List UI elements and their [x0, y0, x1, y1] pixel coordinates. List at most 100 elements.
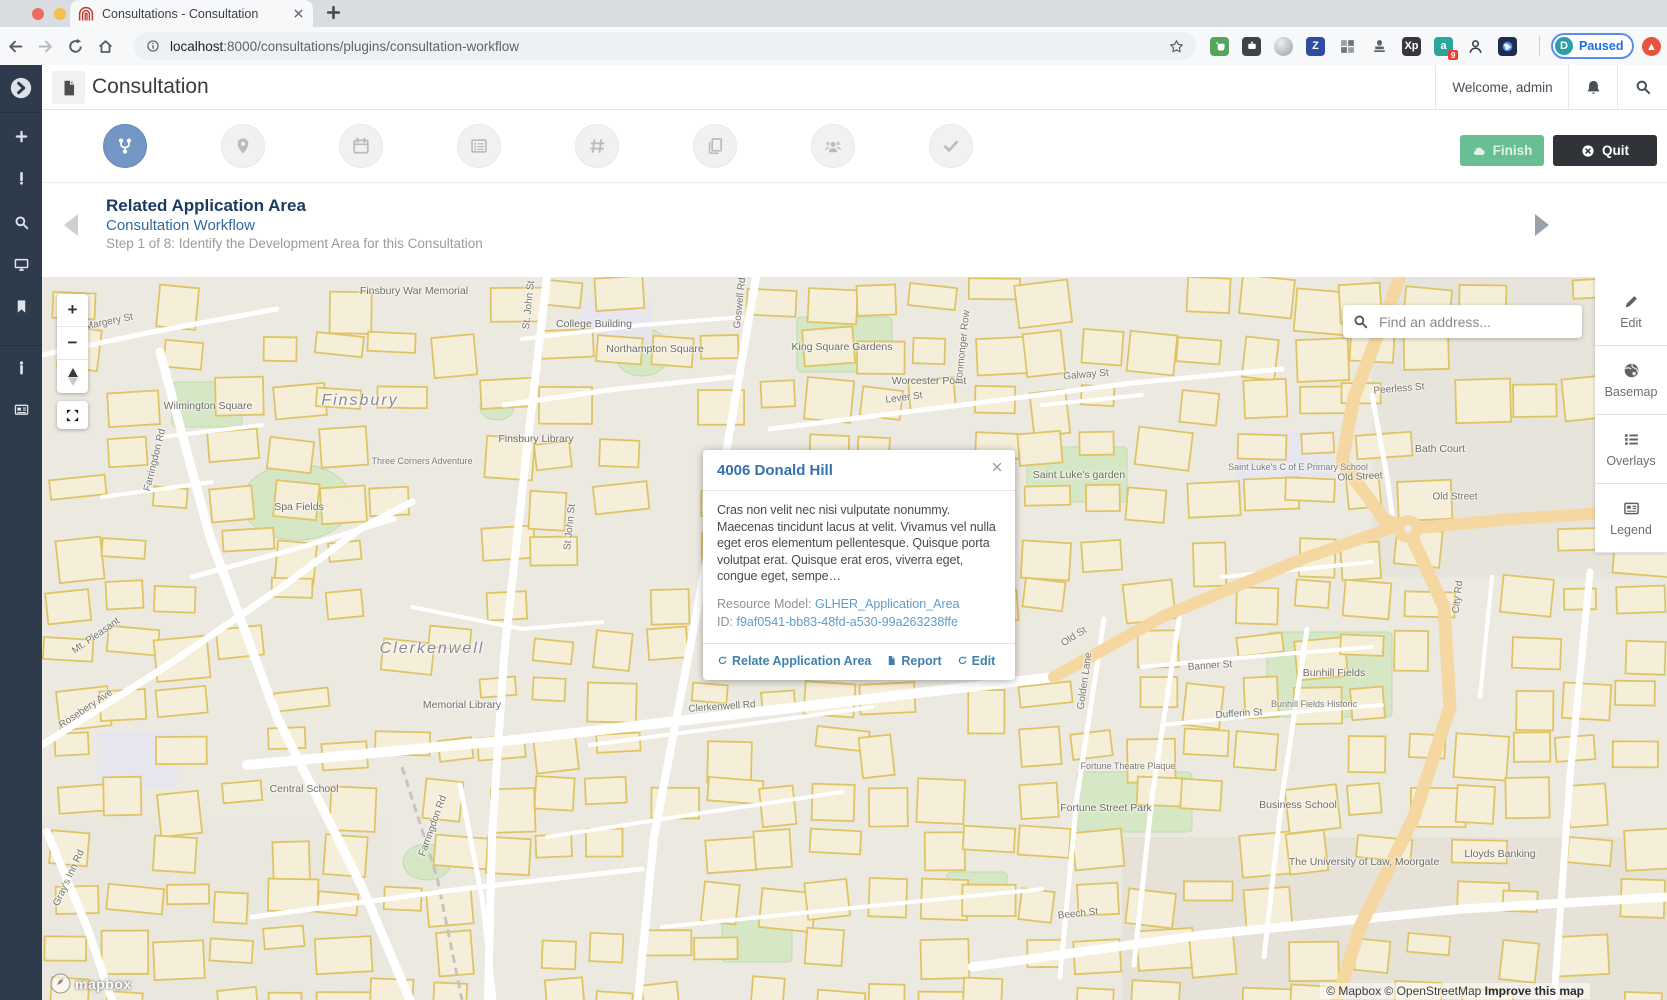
circle-x-icon [1581, 144, 1595, 158]
browser-tab[interactable]: Consultations - Consultation [70, 0, 313, 27]
sidebar-add-icon[interactable] [0, 129, 42, 144]
popup-link-edit[interactable]: Edit [957, 654, 996, 668]
compass-icon [66, 367, 80, 387]
legend-icon [1623, 500, 1640, 517]
fullscreen-button[interactable] [57, 401, 88, 429]
workflow-step-4-details[interactable] [457, 124, 501, 168]
extension-globe-ext-icon[interactable] [1498, 37, 1517, 56]
improve-map-link[interactable]: Improve this map [1485, 984, 1584, 998]
map-tool-label: Basemap [1605, 385, 1658, 399]
extension-sphere-icon[interactable] [1274, 37, 1293, 56]
bookmark-star-icon[interactable] [1169, 39, 1184, 54]
workflow-step-6-documents[interactable] [693, 124, 737, 168]
map-tool-legend-button[interactable]: Legend [1595, 484, 1667, 553]
mapbox-wordmark: mapbox [75, 976, 132, 992]
mapbox-logo[interactable]: mapbox [50, 973, 132, 994]
extension-annotate-icon[interactable]: a9 [1434, 37, 1453, 56]
globe-icon [1623, 362, 1640, 379]
sidebar-search-icon[interactable] [0, 215, 42, 230]
id-label: ID: [717, 615, 733, 629]
next-step-arrow[interactable] [1535, 214, 1549, 236]
extension-xp-icon[interactable]: Xp [1402, 37, 1421, 56]
sidebar-info-icon[interactable] [0, 360, 42, 375]
address-bar[interactable]: localhost:8000/consultations/plugins/con… [134, 32, 1196, 60]
sidebar-errors-icon[interactable] [0, 171, 42, 186]
map-attribution[interactable]: © Mapbox © OpenStreetMap Improve this ma… [1320, 983, 1590, 999]
resource-id-link[interactable]: f9af0541-bb83-48fd-a530-99a263238ffe [736, 615, 958, 629]
profile-chip[interactable]: D Paused [1551, 33, 1634, 59]
map-marker-icon [234, 137, 252, 155]
sidebar-screen-icon[interactable] [0, 257, 42, 272]
popup-meta: Resource Model: GLHER_Application_Area I… [703, 585, 1015, 643]
workflow-name: Consultation Workflow [106, 217, 255, 234]
popup-description: Cras non velit nec nisi vulputate nonumm… [703, 491, 1015, 585]
calendar-icon [352, 137, 370, 155]
workflow-steps [42, 110, 1667, 183]
global-search-icon[interactable] [1617, 65, 1667, 109]
map-tool-basemap-button[interactable]: Basemap [1595, 346, 1667, 415]
forward-button[interactable] [30, 38, 60, 55]
app-sidebar [0, 65, 42, 1000]
extension-evernote-icon[interactable] [1210, 37, 1229, 56]
extension-clipper-icon[interactable] [1242, 37, 1261, 56]
previous-step-arrow[interactable] [64, 214, 78, 236]
map-canvas[interactable]: FinsburyClerkenwellFinsbury War Memorial… [42, 277, 1667, 1000]
new-tab-button[interactable] [325, 4, 342, 21]
window-minimize-button[interactable] [54, 8, 66, 20]
extensions-row: Z Xp a9 [1210, 27, 1517, 65]
workflow-step-1-branch[interactable] [103, 124, 147, 168]
workflow-step-5-number[interactable] [575, 124, 619, 168]
zoom-in-button[interactable]: + [57, 294, 88, 327]
notifications-bell-icon[interactable] [1568, 65, 1618, 109]
workflow-step-3-date[interactable] [339, 124, 383, 168]
map-tool-edit-button[interactable]: Edit [1595, 277, 1667, 346]
pencil-icon [1623, 293, 1640, 310]
extension-grid-icon[interactable] [1338, 37, 1357, 56]
app-header: Consultation Welcome, admin [42, 65, 1667, 110]
extension-zotero-icon[interactable]: Z [1306, 37, 1325, 56]
page-title: Consultation [92, 75, 209, 99]
welcome-user[interactable]: Welcome, admin [1435, 65, 1569, 109]
compass-button[interactable] [57, 360, 88, 393]
sidebar-bookmark-icon[interactable] [0, 299, 42, 314]
reload-button[interactable] [60, 38, 90, 55]
extension-button[interactable]: ▲ [1642, 37, 1661, 56]
resource-model-label: Resource Model: [717, 597, 812, 611]
workflow-step-7-contacts[interactable] [811, 124, 855, 168]
address-search-box[interactable] [1343, 305, 1582, 338]
workflow-step-8-complete[interactable] [929, 124, 973, 168]
extension-person-icon[interactable] [1466, 37, 1485, 56]
git-branch-icon [116, 137, 134, 155]
home-button[interactable] [90, 38, 120, 55]
cloud-icon [1472, 144, 1486, 158]
window-close-button[interactable] [32, 8, 44, 20]
users-icon [824, 137, 842, 155]
popup-actions: Relate Application Area Report Edit [703, 643, 1015, 680]
map-tools-panel: Edit Basemap OverlaysLegend [1595, 277, 1667, 553]
popup-close-icon[interactable] [990, 460, 1004, 474]
resource-model-link[interactable]: GLHER_Application_Area [815, 597, 960, 611]
browser-window: Consultations - Consultation localhost:8… [0, 0, 1667, 1000]
popup-link-report[interactable]: Report [886, 654, 941, 668]
url-path: :8000/consultations/plugins/consultation… [223, 39, 519, 54]
popup-link-relate-application-area[interactable]: Relate Application Area [717, 654, 871, 668]
mapbox-logo-icon [50, 973, 71, 994]
address-search-input[interactable] [1377, 313, 1572, 331]
quit-button[interactable]: Quit [1553, 135, 1657, 166]
map-tool-overlays-button[interactable]: Overlays [1595, 415, 1667, 484]
workflow-step-2-location[interactable] [221, 124, 265, 168]
sidebar-divider [0, 112, 42, 113]
url-host: localhost [170, 39, 223, 54]
extension-stamp-icon[interactable] [1370, 37, 1389, 56]
finish-button[interactable]: Finish [1460, 135, 1544, 166]
sidebar-news-icon[interactable] [0, 402, 42, 417]
back-button[interactable] [0, 38, 30, 55]
check-icon [942, 137, 960, 155]
step-title: Related Application Area [106, 196, 306, 216]
avatar: D [1555, 37, 1573, 55]
tab-close-icon[interactable] [292, 7, 305, 20]
sidebar-expand-icon[interactable] [0, 77, 42, 99]
map-zoom-controls: + − [57, 294, 88, 393]
page-info-icon[interactable] [146, 39, 160, 53]
zoom-out-button[interactable]: − [57, 327, 88, 360]
